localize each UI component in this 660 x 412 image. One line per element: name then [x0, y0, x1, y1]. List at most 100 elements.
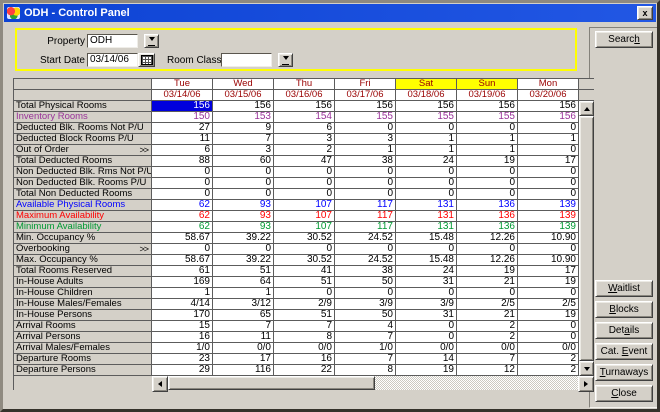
grid-cell[interactable]: 1: [518, 134, 579, 145]
grid-cell[interactable]: 8: [335, 365, 396, 376]
vertical-scrollbar[interactable]: [579, 101, 594, 376]
grid-cell[interactable]: 7: [457, 354, 518, 365]
grid-cell[interactable]: 14: [396, 354, 457, 365]
grid-cell[interactable]: 41: [274, 266, 335, 277]
grid-cell[interactable]: 3/12: [213, 299, 274, 310]
grid-cell[interactable]: 0: [335, 123, 396, 134]
grid-cell[interactable]: 30.52: [274, 255, 335, 266]
grid-cell[interactable]: 62: [152, 211, 213, 222]
grid-cell[interactable]: 0: [518, 288, 579, 299]
grid-cell[interactable]: 3: [213, 145, 274, 156]
grid-cell[interactable]: 0: [518, 244, 579, 255]
grid-cell[interactable]: 0: [274, 178, 335, 189]
grid-cell[interactable]: 0: [152, 178, 213, 189]
grid-cell[interactable]: 2: [457, 332, 518, 343]
grid-cell[interactable]: 58.67: [152, 233, 213, 244]
grid-cell[interactable]: 16: [274, 354, 335, 365]
grid-cell[interactable]: 136: [457, 211, 518, 222]
grid-cell[interactable]: 65: [213, 310, 274, 321]
grid-cell[interactable]: 155: [396, 112, 457, 123]
grid-cell[interactable]: 27: [152, 123, 213, 134]
grid-cell[interactable]: 156: [518, 112, 579, 123]
grid-cell[interactable]: 10.90: [518, 233, 579, 244]
grid-cell[interactable]: 51: [213, 266, 274, 277]
grid-cell[interactable]: 51: [274, 310, 335, 321]
grid-cell[interactable]: 131: [396, 222, 457, 233]
grid-cell[interactable]: 7: [274, 321, 335, 332]
grid-cell[interactable]: 0: [518, 178, 579, 189]
grid-cell[interactable]: 156: [274, 101, 335, 112]
grid-cell[interactable]: 93: [213, 200, 274, 211]
grid-cell[interactable]: 156: [457, 101, 518, 112]
grid-cell[interactable]: 139: [518, 211, 579, 222]
grid-cell[interactable]: 1: [457, 134, 518, 145]
grid-cell[interactable]: 0: [518, 332, 579, 343]
grid-cell[interactable]: 64: [213, 277, 274, 288]
grid-cell[interactable]: 0: [396, 332, 457, 343]
grid-cell[interactable]: 0: [518, 321, 579, 332]
grid-cell[interactable]: 0: [518, 123, 579, 134]
grid-cell[interactable]: 24: [396, 156, 457, 167]
grid-cell[interactable]: 0: [274, 244, 335, 255]
grid-cell[interactable]: 4/14: [152, 299, 213, 310]
grid-cell[interactable]: 10.90: [518, 255, 579, 266]
grid-cell[interactable]: 0: [457, 167, 518, 178]
grid-cell[interactable]: 0/0: [518, 343, 579, 354]
grid-cell[interactable]: 0: [396, 189, 457, 200]
grid-cell[interactable]: 39.22: [213, 233, 274, 244]
grid-cell[interactable]: 31: [396, 277, 457, 288]
grid-cell[interactable]: 16: [152, 332, 213, 343]
grid-cell[interactable]: 12.26: [457, 255, 518, 266]
grid-cell[interactable]: 9: [213, 123, 274, 134]
grid-cell[interactable]: 38: [335, 156, 396, 167]
grid-cell[interactable]: 0: [518, 145, 579, 156]
grid-cell[interactable]: 38: [335, 266, 396, 277]
grid-cell[interactable]: 0: [213, 167, 274, 178]
grid-cell[interactable]: 0: [396, 288, 457, 299]
grid-cell[interactable]: 7: [335, 354, 396, 365]
grid-cell[interactable]: 155: [457, 112, 518, 123]
grid-cell[interactable]: 139: [518, 222, 579, 233]
grid-cell[interactable]: 107: [274, 211, 335, 222]
grid-cell[interactable]: 154: [274, 112, 335, 123]
grid-cell[interactable]: 62: [152, 222, 213, 233]
grid-cell[interactable]: 1: [396, 134, 457, 145]
grid-cell[interactable]: 0: [152, 244, 213, 255]
grid-cell[interactable]: 169: [152, 277, 213, 288]
grid-cell[interactable]: 156: [213, 101, 274, 112]
scroll-up-button[interactable]: [579, 101, 594, 116]
grid-cell[interactable]: 93: [213, 222, 274, 233]
grid-cell[interactable]: 0/0: [274, 343, 335, 354]
grid-cell[interactable]: 2/9: [274, 299, 335, 310]
grid-cell[interactable]: 107: [274, 222, 335, 233]
waitlist-button[interactable]: Waitlist: [595, 280, 653, 297]
grid-cell[interactable]: 0: [213, 244, 274, 255]
room-class-dropdown-button[interactable]: [278, 53, 293, 67]
grid-cell[interactable]: 117: [335, 222, 396, 233]
grid-cell[interactable]: 60: [213, 156, 274, 167]
grid-cell[interactable]: 61: [152, 266, 213, 277]
grid-cell[interactable]: 0: [457, 178, 518, 189]
horizontal-scrollbar[interactable]: [152, 376, 594, 390]
cat-event-button[interactable]: Cat. Event: [595, 343, 653, 360]
grid-cell[interactable]: 0: [213, 189, 274, 200]
grid-cell[interactable]: 156: [518, 101, 579, 112]
grid-cell[interactable]: 30.52: [274, 233, 335, 244]
grid-cell[interactable]: 0: [335, 288, 396, 299]
grid-cell[interactable]: 4: [335, 321, 396, 332]
room-class-input[interactable]: [221, 53, 272, 67]
grid-cell[interactable]: 0/0: [396, 343, 457, 354]
grid-cell[interactable]: 2: [274, 145, 335, 156]
grid-cell[interactable]: 22: [274, 365, 335, 376]
grid-cell[interactable]: 0: [335, 178, 396, 189]
grid-cell[interactable]: 0: [396, 321, 457, 332]
grid-cell[interactable]: 6: [152, 145, 213, 156]
grid-cell[interactable]: 0: [518, 189, 579, 200]
grid-cell[interactable]: 0: [335, 189, 396, 200]
grid-cell[interactable]: 0: [518, 167, 579, 178]
grid-cell[interactable]: 150: [152, 112, 213, 123]
grid-cell[interactable]: 47: [274, 156, 335, 167]
calendar-button[interactable]: [138, 53, 155, 67]
grid-cell[interactable]: 0: [457, 288, 518, 299]
property-input[interactable]: ODH: [87, 34, 138, 48]
